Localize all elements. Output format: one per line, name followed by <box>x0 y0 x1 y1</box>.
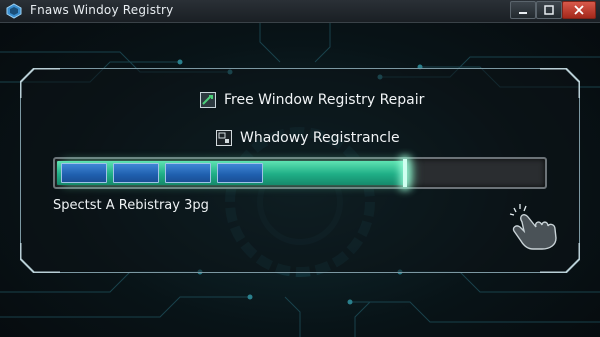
title-bar[interactable]: Fnaws Windoy Registry <box>0 0 600 23</box>
close-button[interactable] <box>562 1 596 19</box>
progress-segment <box>217 163 263 183</box>
app-icon <box>6 3 22 19</box>
panel-heading-row: Free Window Registry Repair <box>200 90 424 110</box>
progress-segment <box>165 163 211 183</box>
minimize-icon <box>519 12 527 14</box>
hand-click-icon[interactable] <box>500 200 562 250</box>
progress-glow <box>403 159 407 187</box>
panel-subheading: Whadowy Registrancle <box>240 130 400 146</box>
status-text: Spectst A Rebistray 3pg <box>53 198 209 213</box>
registry-icon <box>216 130 232 146</box>
app-window: Fnaws Windoy Registry Free Window Regist… <box>0 0 600 337</box>
window-title: Fnaws Windoy Registry <box>30 3 174 17</box>
maximize-icon <box>544 5 554 15</box>
panel-heading: Free Window Registry Repair <box>224 92 425 108</box>
progress-bar <box>53 157 547 189</box>
progress-segment <box>113 163 159 183</box>
maximize-button[interactable] <box>536 1 562 19</box>
progress-segment <box>61 163 107 183</box>
close-icon <box>574 5 584 15</box>
repair-icon <box>200 92 216 108</box>
minimize-button[interactable] <box>510 1 536 19</box>
panel-subheading-row: Whadowy Registrancle <box>216 128 400 148</box>
